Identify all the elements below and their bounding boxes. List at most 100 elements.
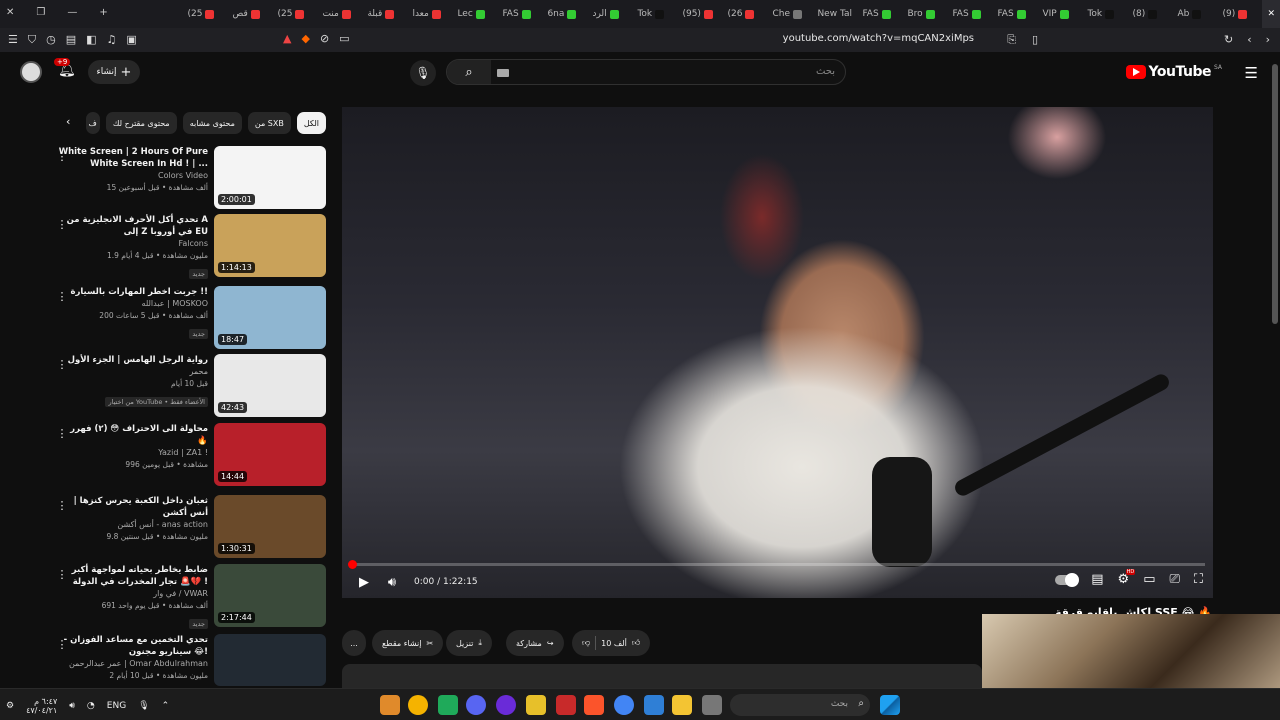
rewards-icon[interactable]: ▲: [283, 32, 291, 45]
page-scrollbar[interactable]: [1272, 64, 1278, 324]
settings-gear-icon[interactable]: ⚙ HD: [1118, 569, 1136, 587]
browser-tab[interactable]: FAS: [857, 0, 902, 28]
app-icon-yellow[interactable]: [526, 695, 546, 715]
channel-name[interactable]: Yazid | ZA1 !: [58, 447, 208, 459]
download-button[interactable]: تنزيل ⤓: [446, 630, 492, 656]
recommendation-item[interactable]: 18:47 جربت اخطر المهارات بالسيارة !! عبدال…: [54, 286, 326, 350]
browser-tab[interactable]: (95): [677, 0, 722, 28]
video-thumbnail[interactable]: 2:17:44: [214, 564, 326, 627]
voice-search-button[interactable]: 🎙︎: [410, 60, 436, 86]
windows-start-icon[interactable]: [880, 695, 900, 715]
reload-icon[interactable]: ↻: [1224, 33, 1233, 46]
maximize-icon[interactable]: ❐: [36, 7, 45, 18]
channel-name[interactable]: عبدالله | MOSKOO: [58, 298, 208, 310]
video-title[interactable]: محاولة الى الاحتراف 😳 (٢) فهرر 🔥: [58, 423, 208, 447]
video-title[interactable]: ضابط يخاطر بحياته لمواجهة أكبر تجار المخ…: [58, 564, 208, 588]
channel-name[interactable]: عمر عبدالرحمن | Omar Abdulrahman: [58, 658, 208, 670]
video-player[interactable]: ▶ 🔊︎ 0:00 / 1:22:15 ▤ ⚙ HD ▭ ⎚ ⛶: [342, 107, 1213, 598]
more-options-icon[interactable]: ⋮: [54, 499, 70, 512]
video-thumbnail[interactable]: 18:47: [214, 286, 326, 349]
recommendation-item[interactable]: 14:44 محاولة الى الاحتراف 😳 (٢) فهرر 🔥 Yaz…: [54, 423, 326, 487]
youtube-logo[interactable]: YouTube SA: [1125, 64, 1222, 80]
channel-name[interactable]: Colors Video: [58, 170, 208, 182]
more-options-icon[interactable]: ⋮: [54, 150, 70, 163]
app-icon-red[interactable]: [556, 695, 576, 715]
browser-tab[interactable]: New Tal: [812, 0, 857, 28]
recommendation-item[interactable]: 2:00:01 White Screen | 2 Hours Of Pure Wh…: [54, 146, 326, 210]
browser-tab[interactable]: قص: [227, 0, 272, 28]
browser-tab[interactable]: FAS: [992, 0, 1037, 28]
browser-tab[interactable]: قبلة: [362, 0, 407, 28]
app-icon-green[interactable]: [438, 695, 458, 715]
taskbar-search-input[interactable]: بحث: [831, 699, 848, 709]
recommendation-item[interactable]: 42:43 رواية الرجل الهامس | الجزء الأول محم…: [54, 354, 326, 418]
search-button[interactable]: ⌕: [447, 60, 491, 84]
settings-tray-icon[interactable]: ⚙: [6, 701, 14, 711]
mic-tray-icon[interactable]: 🎙︎: [138, 701, 149, 711]
chevron-up-icon[interactable]: ⌃: [162, 701, 170, 711]
app-icon-vlc[interactable]: [380, 695, 400, 715]
volume-icon[interactable]: 🔊︎: [378, 575, 406, 590]
forward-icon[interactable]: ›: [1266, 33, 1270, 46]
app-icon-store[interactable]: [644, 695, 664, 715]
tabs-icon[interactable]: ▤: [66, 33, 76, 47]
video-thumbnail[interactable]: 14:44: [214, 423, 326, 486]
app-icon-chrome[interactable]: [614, 695, 634, 715]
chip-recommended[interactable]: محتوى مقترح لك: [105, 112, 177, 134]
back-icon[interactable]: ‹: [1247, 33, 1251, 46]
volume-tray-icon[interactable]: 🔊︎: [69, 701, 75, 711]
shield-icon[interactable]: ⛉: [28, 33, 36, 47]
browser-tab[interactable]: Tok: [632, 0, 677, 28]
close-icon[interactable]: ✕: [1267, 9, 1275, 19]
browser-tab[interactable]: (9): [1217, 0, 1262, 28]
browser-tab[interactable]: Lec: [452, 0, 497, 28]
more-actions-button[interactable]: ...: [342, 630, 366, 656]
app-icon-discord[interactable]: [466, 695, 486, 715]
app-icon-chat[interactable]: [408, 695, 428, 715]
video-title[interactable]: تحدي أكل الأحرف الانجليزية من A إلى Z في…: [58, 214, 208, 238]
video-thumbnail[interactable]: [214, 634, 326, 686]
subtitles-icon[interactable]: ▤: [1091, 572, 1103, 587]
video-thumbnail[interactable]: 1:30:31: [214, 495, 326, 558]
history-icon[interactable]: ◷: [46, 33, 56, 47]
chip-from-channel[interactable]: من SXB: [247, 112, 291, 134]
close-window-icon[interactable]: ✕: [6, 7, 14, 18]
fullscreen-icon[interactable]: ⛶: [1194, 572, 1203, 587]
video-title[interactable]: تحدي التخمين مع مساعد الفوزان - سيناريو …: [58, 634, 208, 658]
browser-tab[interactable]: معدا: [407, 0, 452, 28]
cast-icon[interactable]: ⎚: [1169, 572, 1179, 587]
keyboard-icon[interactable]: [497, 69, 509, 77]
browser-tab[interactable]: Ab: [1172, 0, 1217, 28]
more-options-icon[interactable]: ⋮: [54, 638, 70, 651]
browser-tab[interactable]: Tok: [1082, 0, 1127, 28]
browser-tab[interactable]: FAS: [947, 0, 992, 28]
browser-tab[interactable]: (8): [1127, 0, 1172, 28]
more-options-icon[interactable]: ⋮: [54, 568, 70, 581]
share-button[interactable]: مشاركة ↪: [506, 630, 564, 656]
play-icon[interactable]: ▶: [350, 575, 378, 590]
recommendation-item[interactable]: 1:14:13 تحدي أكل الأحرف الانجليزية من A إ…: [54, 214, 326, 279]
recommendation-item[interactable]: تحدي التخمين مع مساعد الفوزان - سيناريو …: [54, 634, 326, 686]
like-button[interactable]: 👎︎ 10 ألف 👍︎: [572, 630, 651, 656]
search-box[interactable]: ⌕ بحث: [446, 59, 846, 85]
browser-tab[interactable]: Bro: [902, 0, 947, 28]
wallet-icon[interactable]: ▣: [126, 33, 136, 47]
search-input[interactable]: بحث: [816, 66, 835, 77]
more-options-icon[interactable]: ⋮: [54, 358, 70, 371]
channel-name[interactable]: Falcons: [58, 238, 208, 250]
channel-name[interactable]: في وار / VWAR: [58, 588, 208, 600]
video-thumbnail[interactable]: 1:14:13: [214, 214, 326, 277]
bookmark-star-icon[interactable]: ▯: [1032, 33, 1038, 46]
browser-tab[interactable]: (26: [722, 0, 767, 28]
bookmark-icon[interactable]: ⎘: [1007, 33, 1016, 47]
app-icon-gray[interactable]: [702, 695, 722, 715]
wifi-icon[interactable]: ◔: [87, 701, 95, 711]
active-tab[interactable]: ✕: [1262, 0, 1280, 28]
minimize-icon[interactable]: —: [67, 7, 77, 18]
browser-tab[interactable]: الرد: [587, 0, 632, 28]
new-tab-icon[interactable]: +: [99, 7, 107, 18]
miniplayer-icon[interactable]: ▭: [1143, 572, 1155, 587]
browser-tab[interactable]: (25: [182, 0, 227, 28]
description-box[interactable]: [342, 664, 982, 688]
create-button[interactable]: إنشاء +: [88, 60, 140, 84]
